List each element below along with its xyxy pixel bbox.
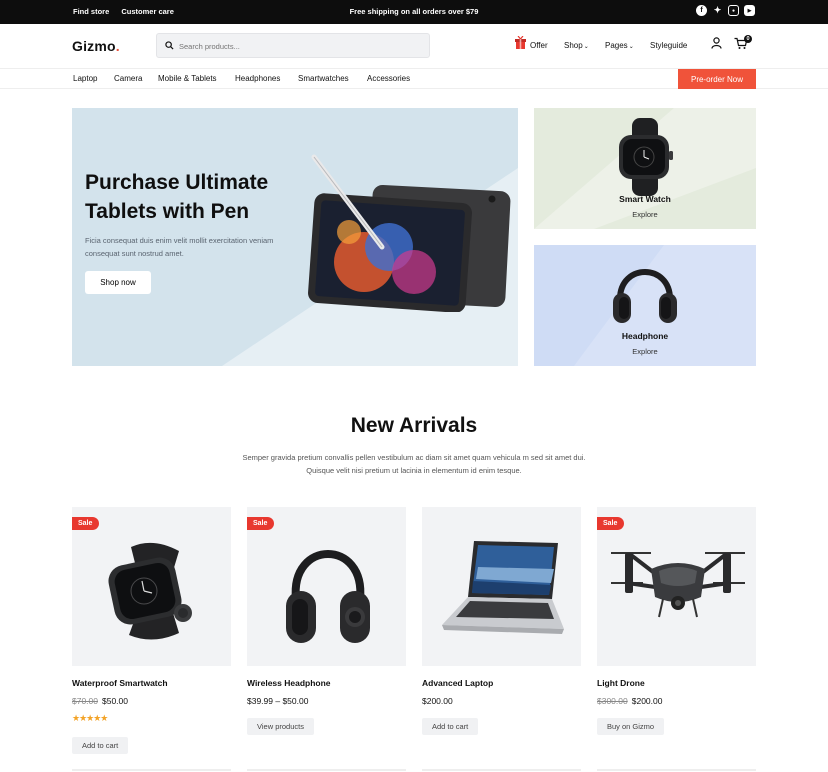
- nav-shop-label: Shop: [564, 41, 583, 50]
- add-to-cart-button[interactable]: Add to cart: [422, 718, 479, 735]
- chevron-down-icon: ⌄: [583, 44, 589, 50]
- divider: [597, 769, 756, 771]
- promo-title: Smart Watch: [619, 194, 671, 204]
- current-price: $200.00: [422, 696, 453, 706]
- category-laptop[interactable]: Laptop: [73, 74, 97, 83]
- tablet-image: [308, 154, 511, 312]
- laptop-image: [442, 541, 564, 634]
- cart-count-badge: 0: [744, 35, 752, 43]
- view-products-button[interactable]: View products: [247, 718, 314, 735]
- smart-watch-image: [619, 118, 673, 196]
- section-title: New Arrivals: [350, 414, 478, 437]
- chevron-down-icon: ⌄: [628, 44, 634, 50]
- product-price: $70.00 $50.00: [72, 696, 128, 706]
- promo-explore-link[interactable]: Explore: [534, 210, 756, 219]
- add-to-cart-button[interactable]: Add to cart: [72, 737, 129, 754]
- product-name[interactable]: Waterproof Smartwatch: [72, 678, 168, 688]
- divider: [247, 769, 406, 771]
- current-price: $39.99 – $50.00: [247, 696, 309, 706]
- buy-on-gizmo-button[interactable]: Buy on Gizmo: [597, 718, 665, 735]
- category-smartwatches[interactable]: Smartwatches: [298, 74, 349, 83]
- search-icon: [165, 41, 174, 50]
- top-bar: Find store Customer care Free shipping o…: [0, 0, 828, 24]
- sale-badge: Sale: [247, 517, 275, 530]
- old-price: $70.00: [72, 696, 98, 706]
- social-links: f ✦ ● ▶: [696, 5, 755, 16]
- promo-headphone[interactable]: Headphone Explore: [534, 245, 756, 366]
- sale-badge: Sale: [597, 517, 625, 530]
- headphone-image: [613, 269, 677, 323]
- logo-text: Gizmo: [72, 38, 116, 54]
- logo[interactable]: Gizmo.: [72, 38, 120, 54]
- current-price: $200.00: [631, 696, 663, 706]
- search-box[interactable]: [156, 33, 430, 58]
- nav-pages-label: Pages: [605, 41, 628, 50]
- nav-pages[interactable]: Pages⌄: [605, 41, 634, 50]
- product-name[interactable]: Advanced Laptop: [422, 678, 493, 688]
- product-price: $39.99 – $50.00: [247, 696, 308, 706]
- product-image[interactable]: [72, 507, 231, 666]
- category-accessories[interactable]: Accessories: [367, 74, 410, 83]
- main-header: Gizmo. Offer Shop⌄ Pages⌄ Styleguide 0: [0, 24, 828, 69]
- drone-image: [611, 552, 745, 618]
- category-camera[interactable]: Camera: [114, 74, 142, 83]
- divider: [72, 769, 231, 771]
- category-headphones[interactable]: Headphones: [235, 74, 280, 83]
- hero-title-line-2: Tablets with Pen: [85, 200, 250, 223]
- hero-title-line-1: Purchase Ultimate: [85, 171, 269, 194]
- youtube-icon[interactable]: ▶: [744, 5, 755, 16]
- sale-badge: Sale: [72, 517, 100, 530]
- promo-smart-watch[interactable]: Smart Watch Explore: [534, 108, 756, 229]
- nav-shop[interactable]: Shop⌄: [564, 41, 589, 50]
- twitter-icon[interactable]: ✦: [712, 5, 723, 16]
- old-price: $300.00: [597, 696, 628, 706]
- nav-styleguide[interactable]: Styleguide: [650, 41, 687, 50]
- product-image[interactable]: [247, 507, 406, 666]
- promo-title: Headphone: [621, 331, 669, 341]
- search-input[interactable]: [179, 39, 419, 53]
- promo-explore-link[interactable]: Explore: [534, 347, 756, 356]
- section-subtitle: Semper gravida pretium convallis pellen …: [242, 453, 586, 475]
- headphone-image: [286, 550, 370, 643]
- nav-offer[interactable]: Offer: [530, 41, 548, 50]
- divider: [422, 769, 581, 771]
- product-image[interactable]: [422, 507, 581, 666]
- current-price: $50.00: [102, 696, 128, 706]
- hero-title: Purchase Ultimate Tablets with Pen: [85, 168, 268, 226]
- category-mobile-tablets[interactable]: Mobile & Tablets: [158, 74, 217, 83]
- offer-icon: [515, 36, 526, 49]
- star-rating: ★★★★★: [72, 713, 108, 723]
- instagram-icon[interactable]: ●: [728, 5, 739, 16]
- logo-dot: .: [115, 38, 120, 54]
- shop-now-button[interactable]: Shop now: [85, 271, 151, 294]
- hero-description: Ficia consequat duis enim velit mollit e…: [85, 236, 274, 258]
- smartwatch-image: [108, 542, 192, 640]
- product-image[interactable]: [597, 507, 756, 666]
- preorder-button[interactable]: Pre-order Now: [678, 69, 756, 89]
- user-icon[interactable]: [711, 37, 722, 49]
- hero-banner: Purchase Ultimate Tablets with Pen Ficia …: [72, 108, 518, 366]
- product-name[interactable]: Wireless Headphone: [247, 678, 331, 688]
- product-name[interactable]: Light Drone: [597, 678, 645, 688]
- product-price: $300.00 $200.00: [597, 696, 662, 706]
- facebook-icon[interactable]: f: [696, 5, 707, 16]
- product-price: $200.00: [422, 696, 453, 706]
